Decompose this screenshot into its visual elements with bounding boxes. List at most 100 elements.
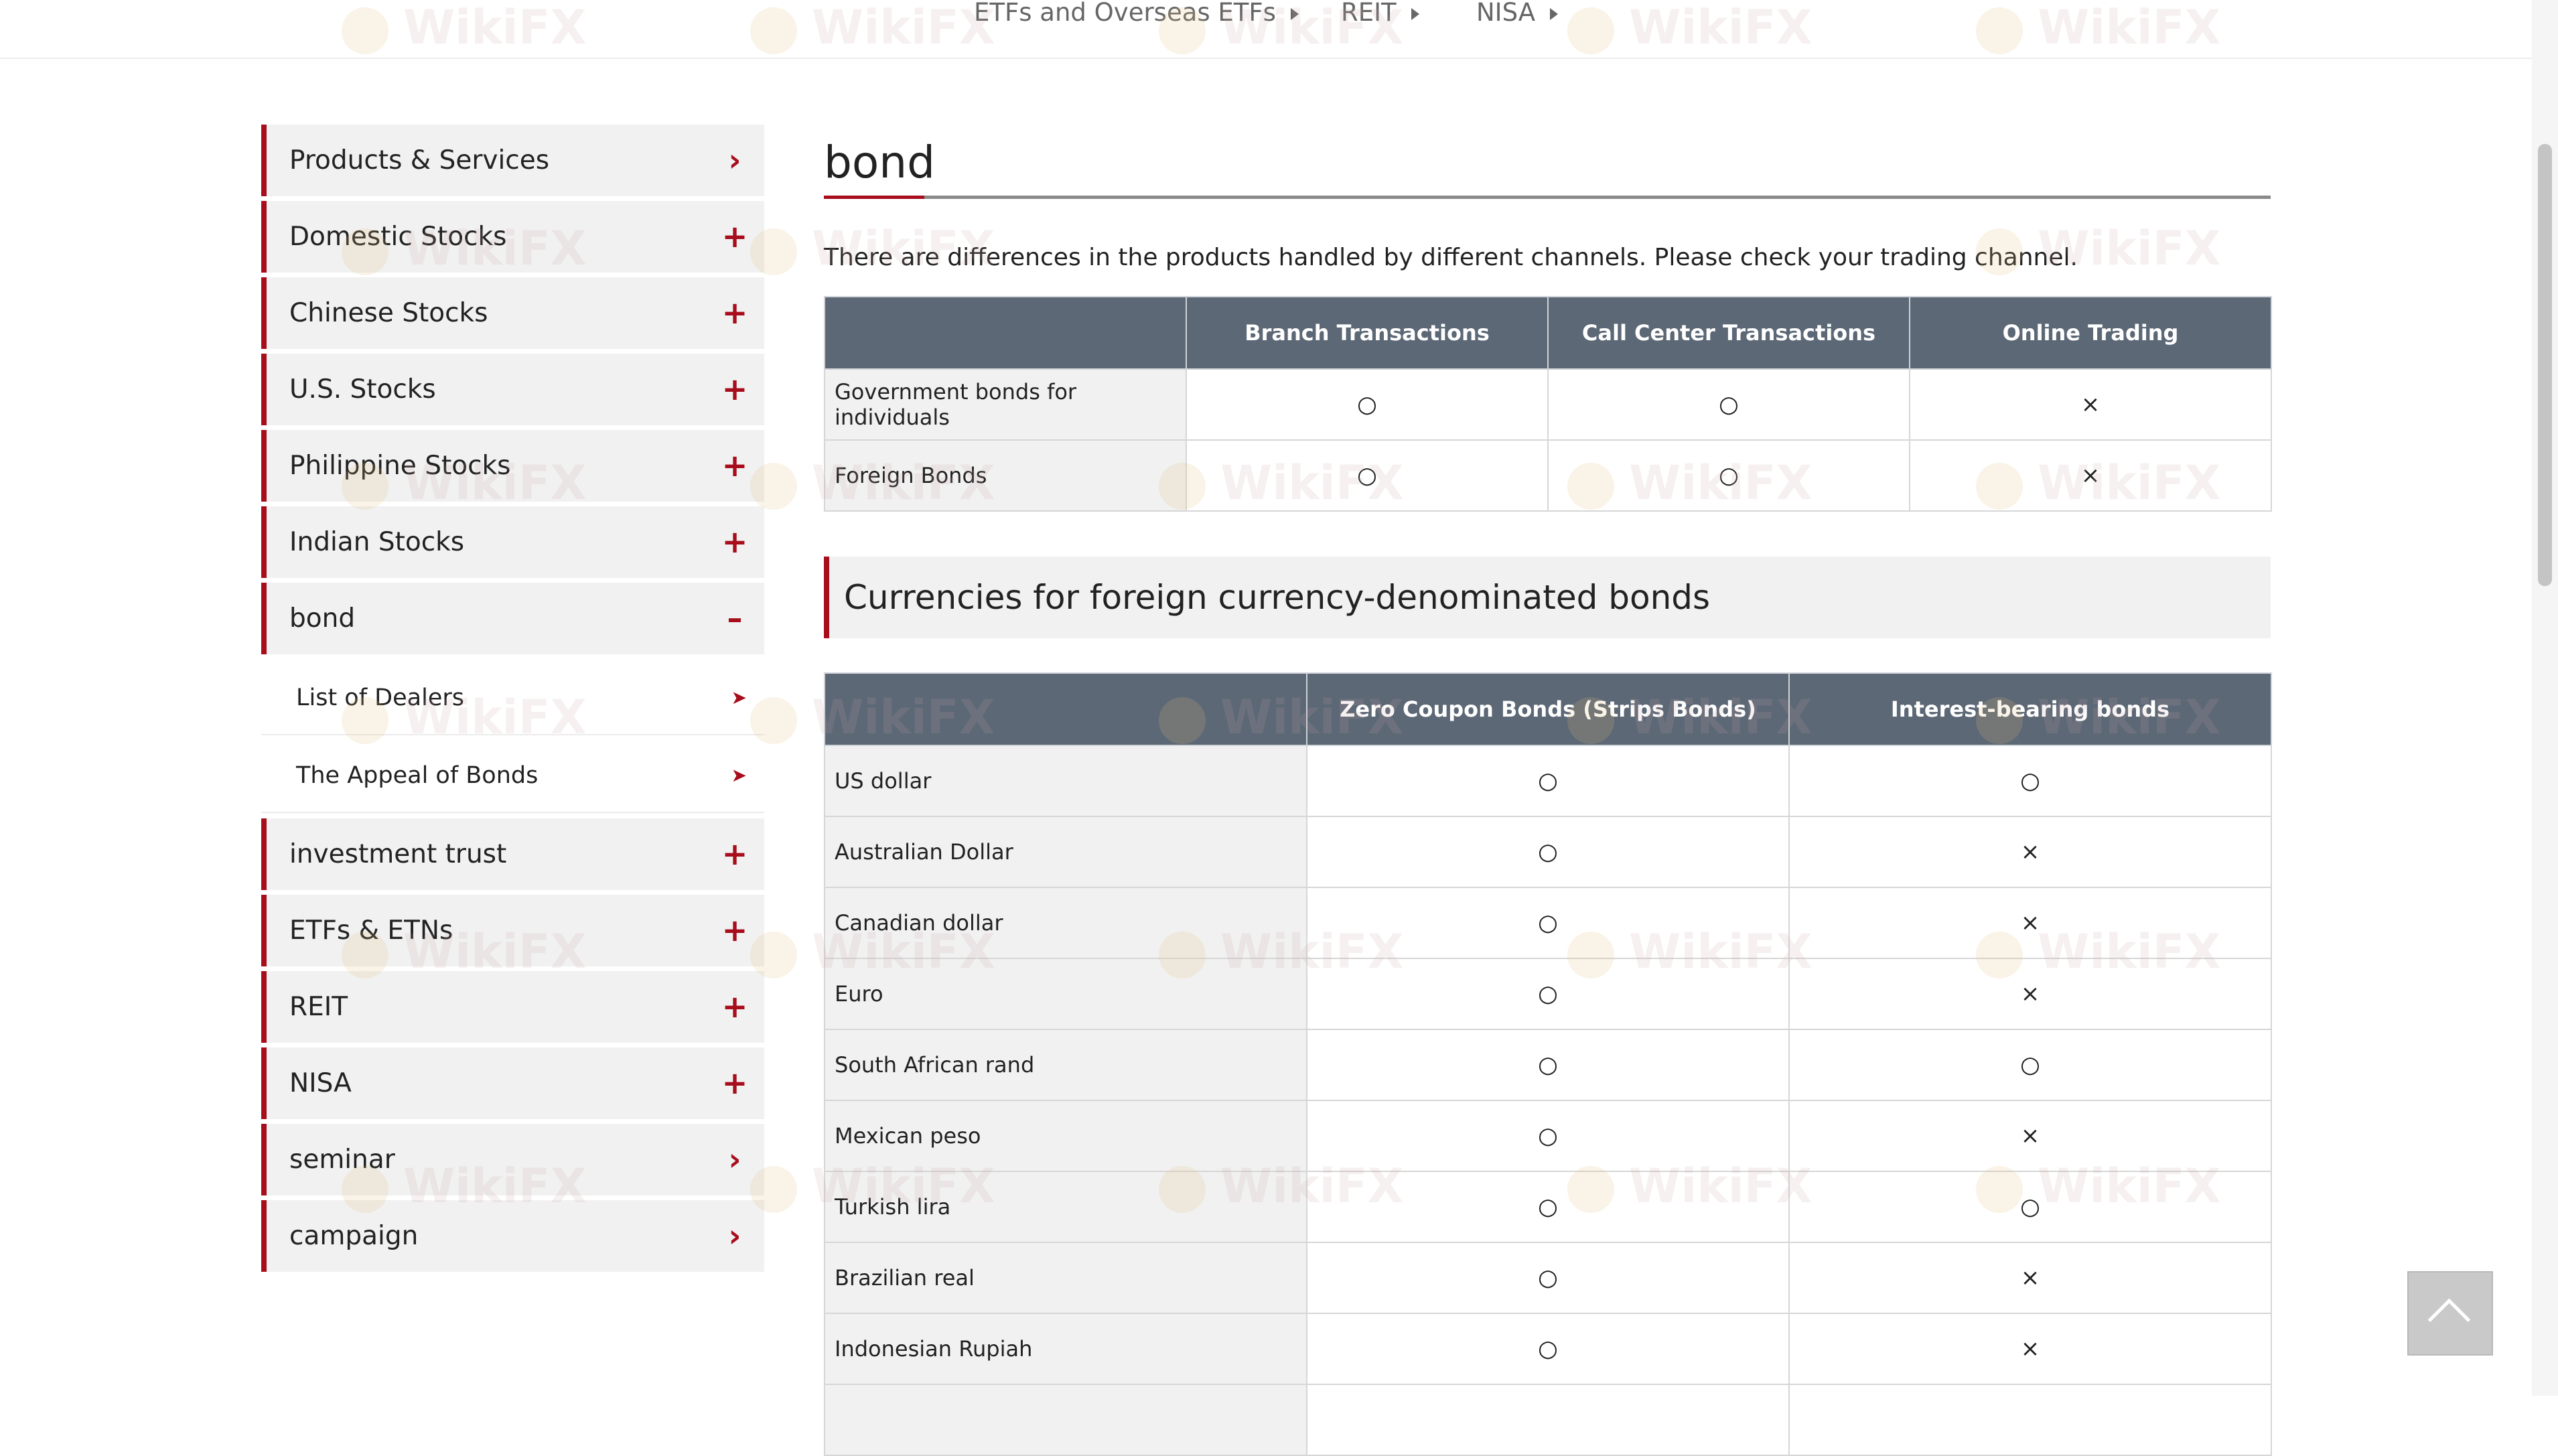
table-header-cell: Online Trading [1909,296,2272,370]
row-label: Indonesian Rupiah [824,1313,1307,1385]
row-label: US dollar [824,745,1307,817]
sidebar-subitem-appeal-of-bonds[interactable]: The Appeal of Bonds ➤ [261,738,764,813]
sidebar-item-label: Domestic Stocks [289,222,507,252]
chevron-right-icon: › [728,142,741,178]
availability-mark: ○ [1306,1029,1790,1101]
availability-mark: ○ [1186,368,1549,441]
availability-mark: ○ [1306,958,1790,1030]
sidebar-item-us-stocks[interactable]: U.S. Stocks + [261,354,764,425]
plus-icon: + [721,836,748,872]
breadcrumb-link-reit[interactable]: REIT [1341,0,1419,29]
sidebar-item-label: investment trust [289,839,507,869]
sidebar-item-label: NISA [289,1068,352,1098]
availability-mark: ○ [1788,745,2272,817]
availability-mark: × [1788,1313,2272,1385]
availability-mark: ○ [1306,1100,1790,1172]
row-label: Australian Dollar [824,816,1307,888]
availability-mark: × [1788,816,2272,888]
breadcrumb-link-nisa[interactable]: NISA [1476,0,1559,29]
sidebar-item-indian-stocks[interactable]: Indian Stocks + [261,506,764,578]
triangle-right-icon [1411,7,1419,20]
plus-icon: + [721,295,748,331]
table-row: Indonesian Rupiah ○ × [824,1313,2272,1385]
plus-icon: + [721,1065,748,1101]
table-row: Euro ○ × [824,958,2272,1030]
sidebar-item-chinese-stocks[interactable]: Chinese Stocks + [261,277,764,349]
row-label [824,1384,1307,1456]
breadcrumb-nav: ETFs and Overseas ETFs REIT NISA [0,0,2532,59]
availability-mark: ○ [1306,1313,1790,1385]
row-label: Euro [824,958,1307,1030]
sidebar-item-label: ETFs & ETNs [289,916,453,946]
table-row: South African rand ○ ○ [824,1029,2272,1101]
vertical-scrollbar[interactable] [2532,0,2558,1396]
title-underline [824,196,2271,199]
sidebar-item-label: bond [289,603,356,634]
sidebar-item-label: Philippine Stocks [289,451,511,481]
availability-mark: ○ [1306,1242,1790,1314]
plus-icon: + [721,524,748,560]
sidebar-item-philippine-stocks[interactable]: Philippine Stocks + [261,430,764,502]
table-row: Australian Dollar ○ × [824,816,2272,888]
table-row: US dollar ○ ○ [824,745,2272,817]
sidebar-item-reit[interactable]: REIT + [261,971,764,1043]
table-row: Brazilian real ○ × [824,1242,2272,1314]
table-header-cell [824,296,1187,370]
availability-mark: ○ [1547,368,1910,441]
sidebar-item-bond[interactable]: bond – [261,583,764,654]
back-to-top-button[interactable] [2407,1271,2493,1356]
row-label: Canadian dollar [824,887,1307,959]
table-header-cell: Call Center Transactions [1547,296,1910,370]
section-heading: Currencies for foreign currency-denomina… [824,557,2271,638]
scrollbar-thumb[interactable] [2538,144,2552,586]
sidebar-subitem-list-of-dealers[interactable]: List of Dealers ➤ [261,660,764,735]
sidebar-item-campaign[interactable]: campaign › [261,1200,764,1272]
availability-mark: × [1788,958,2272,1030]
currency-table: Zero Coupon Bonds (Strips Bonds) Interes… [824,672,2272,1456]
row-label: Brazilian real [824,1242,1307,1314]
availability-mark: × [1909,368,2272,441]
sidebar-item-investment-trust[interactable]: investment trust + [261,818,764,890]
sidebar-item-label: REIT [289,992,348,1022]
table-row: Foreign Bonds ○ ○ × [824,439,2272,512]
sidebar-item-etfs-etns[interactable]: ETFs & ETNs + [261,895,764,966]
availability-mark: ○ [1788,1171,2272,1243]
sidebar-item-label: Products & Services [289,145,550,175]
sidebar-item-label: U.S. Stocks [289,374,436,405]
intro-text: There are differences in the products ha… [824,244,2078,271]
sidebar-item-seminar[interactable]: seminar › [261,1124,764,1195]
sidebar-item-label: seminar [289,1145,395,1175]
sidebar-item-domestic-stocks[interactable]: Domestic Stocks + [261,201,764,273]
row-label: Government bonds for individuals [824,368,1187,441]
arrow-right-icon: ➤ [731,764,747,786]
chevron-right-icon: › [728,1141,741,1177]
plus-icon: + [721,371,748,407]
sidebar-item-label: campaign [289,1221,419,1251]
sidebar-item-nisa[interactable]: NISA + [261,1047,764,1119]
availability-mark: ○ [1547,439,1910,512]
sidebar-subitem-label: The Appeal of Bonds [296,762,539,789]
table-header-cell: Zero Coupon Bonds (Strips Bonds) [1306,672,1790,746]
plus-icon: + [721,447,748,484]
table-header-row: Branch Transactions Call Center Transact… [824,296,2272,370]
plus-icon: + [721,218,748,254]
section-heading-text: Currencies for foreign currency-denomina… [844,578,1711,617]
table-row: Turkish lira ○ ○ [824,1171,2272,1243]
triangle-right-icon [1550,7,1559,20]
table-header-row: Zero Coupon Bonds (Strips Bonds) Interes… [824,672,2272,746]
sidebar-item-products-services[interactable]: Products & Services › [261,125,764,196]
plus-icon: + [721,912,748,948]
arrow-right-icon: ➤ [731,686,747,709]
page-title: bond [824,137,935,188]
table-header-cell: Branch Transactions [1186,296,1549,370]
channels-table: Branch Transactions Call Center Transact… [824,296,2272,512]
row-label: Foreign Bonds [824,439,1187,512]
breadcrumb-label: ETFs and Overseas ETFs [974,0,1276,27]
chevron-right-icon: › [728,1218,741,1254]
availability-mark: ○ [1186,439,1549,512]
availability-mark: × [1788,887,2272,959]
availability-mark: ○ [1788,1029,2272,1101]
breadcrumb-link-etfs[interactable]: ETFs and Overseas ETFs [974,0,1299,29]
breadcrumb-label: REIT [1341,0,1397,27]
table-row: Canadian dollar ○ × [824,887,2272,959]
